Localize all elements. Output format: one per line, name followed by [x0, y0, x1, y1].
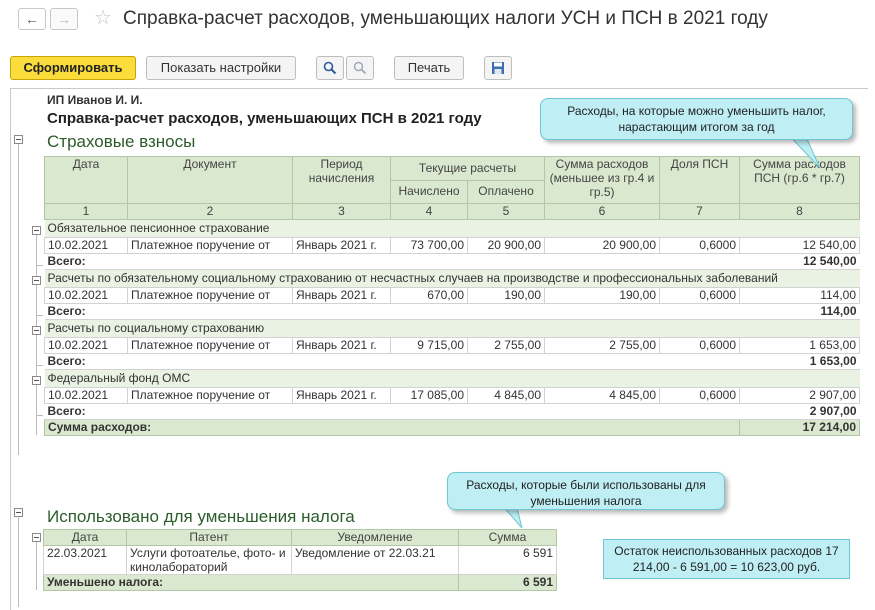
- callout-expenses-note: Расходы, на которые можно уменьшить нало…: [540, 98, 853, 140]
- back-button[interactable]: ←: [18, 8, 46, 30]
- gutter-line: [18, 515, 19, 607]
- arrow-left-icon: ←: [25, 11, 39, 27]
- group-name: Расчеты по обязательному социальному стр…: [44, 269, 860, 288]
- star-icon[interactable]: ☆: [94, 8, 112, 28]
- total-value: 12 540,00: [739, 253, 860, 270]
- collapse-icon[interactable]: [32, 326, 41, 335]
- callout-used-note: Расходы, которые были использованы для у…: [447, 472, 725, 510]
- section-used-title: Использовано для уменьшения налога: [47, 507, 355, 526]
- used-header: Уведомление: [291, 529, 459, 546]
- remaining-expenses-note: Остаток неиспользованных расходов 17 214…: [603, 539, 850, 579]
- collapse-icon[interactable]: [32, 226, 41, 235]
- header-accrued: Начислено: [390, 179, 468, 204]
- report-title: Справка-расчет расходов, уменьшающих ПСН…: [47, 110, 482, 127]
- gutter-line: [18, 143, 19, 455]
- header-paid: Оплачено: [466, 179, 546, 204]
- total-label: Всего:: [44, 353, 740, 370]
- table-row: 10.02.2021 Платежное поручение от Январь…: [44, 387, 861, 404]
- table-row: 22.03.2021 Услуги фотоателье, фото- и ки…: [43, 545, 557, 575]
- collapse-icon[interactable]: [32, 276, 41, 285]
- collapse-icon[interactable]: [14, 135, 23, 144]
- col-number: 6: [544, 203, 661, 220]
- search-cancel-button[interactable]: [346, 56, 374, 80]
- col-number: 3: [292, 203, 391, 220]
- save-button[interactable]: [484, 56, 512, 80]
- generate-button[interactable]: Сформировать: [10, 56, 136, 80]
- search-cancel-icon: [353, 61, 367, 75]
- collapse-icon[interactable]: [14, 508, 23, 517]
- gutter-tick: [37, 315, 43, 316]
- print-button[interactable]: Печать: [394, 56, 464, 80]
- header-psn-share: Доля ПСН: [659, 156, 741, 204]
- save-icon: [492, 62, 504, 74]
- total-label: Всего:: [44, 303, 740, 320]
- total-value: 114,00: [739, 303, 860, 320]
- collapse-icon[interactable]: [32, 376, 41, 385]
- gutter-tick: [37, 265, 43, 266]
- collapse-icon[interactable]: [32, 533, 41, 542]
- header-period: Период начисления: [292, 156, 391, 204]
- sum-value: 17 214,00: [739, 419, 861, 436]
- window-title: Справка-расчет расходов, уменьшающих нал…: [123, 8, 768, 29]
- table-row: 10.02.2021 Платежное поручение от Январь…: [44, 337, 861, 354]
- forward-button[interactable]: →: [50, 8, 78, 30]
- search-button[interactable]: [316, 56, 344, 80]
- search-icon: [323, 61, 337, 75]
- organization-name: ИП Иванов И. И.: [47, 93, 143, 107]
- col-number: 7: [659, 203, 741, 220]
- sum-label: Сумма расходов:: [43, 419, 741, 436]
- gutter-tick: [37, 415, 43, 416]
- col-number: 5: [466, 203, 546, 220]
- used-header: Патент: [126, 529, 292, 546]
- table-row: 10.02.2021 Платежное поручение от Январь…: [44, 287, 861, 304]
- insurance-table: Дата Документ Период начисления Текущие …: [43, 156, 861, 436]
- header-current: Текущие расчеты: [389, 156, 546, 181]
- arrow-right-icon: →: [57, 11, 71, 27]
- report-frame-top: [10, 88, 868, 89]
- used-table: Дата Патент Уведомление Сумма 22.03.2021…: [43, 529, 557, 591]
- total-value: 1 653,00: [739, 353, 860, 370]
- col-number: 2: [127, 203, 293, 220]
- gutter-tick: [37, 365, 43, 366]
- header-expense-sum: Сумма расходов (меньшее из гр.4 и гр.5): [544, 156, 661, 204]
- header-document: Документ: [127, 156, 293, 204]
- report-frame-left: [10, 88, 11, 610]
- table-row: 10.02.2021 Платежное поручение от Январь…: [44, 237, 861, 254]
- used-header: Дата: [43, 529, 127, 546]
- col-number: 1: [44, 203, 128, 220]
- group-name: Обязательное пенсионное страхование: [44, 219, 860, 238]
- section-insurance-title: Страховые взносы: [47, 132, 196, 151]
- total-value: 2 907,00: [739, 403, 860, 420]
- total-label: Всего:: [44, 403, 740, 420]
- col-number: 4: [390, 203, 468, 220]
- header-date: Дата: [44, 156, 128, 204]
- group-name: Расчеты по социальному страхованию: [44, 319, 860, 338]
- group-name: Федеральный фонд ОМС: [44, 369, 860, 388]
- gutter-line: [36, 540, 37, 590]
- reduced-value: 6 591: [458, 574, 557, 591]
- show-settings-button[interactable]: Показать настройки: [146, 56, 296, 80]
- col-number: 8: [739, 203, 861, 220]
- total-label: Всего:: [44, 253, 740, 270]
- reduced-label: Уменьшено налога:: [43, 574, 459, 591]
